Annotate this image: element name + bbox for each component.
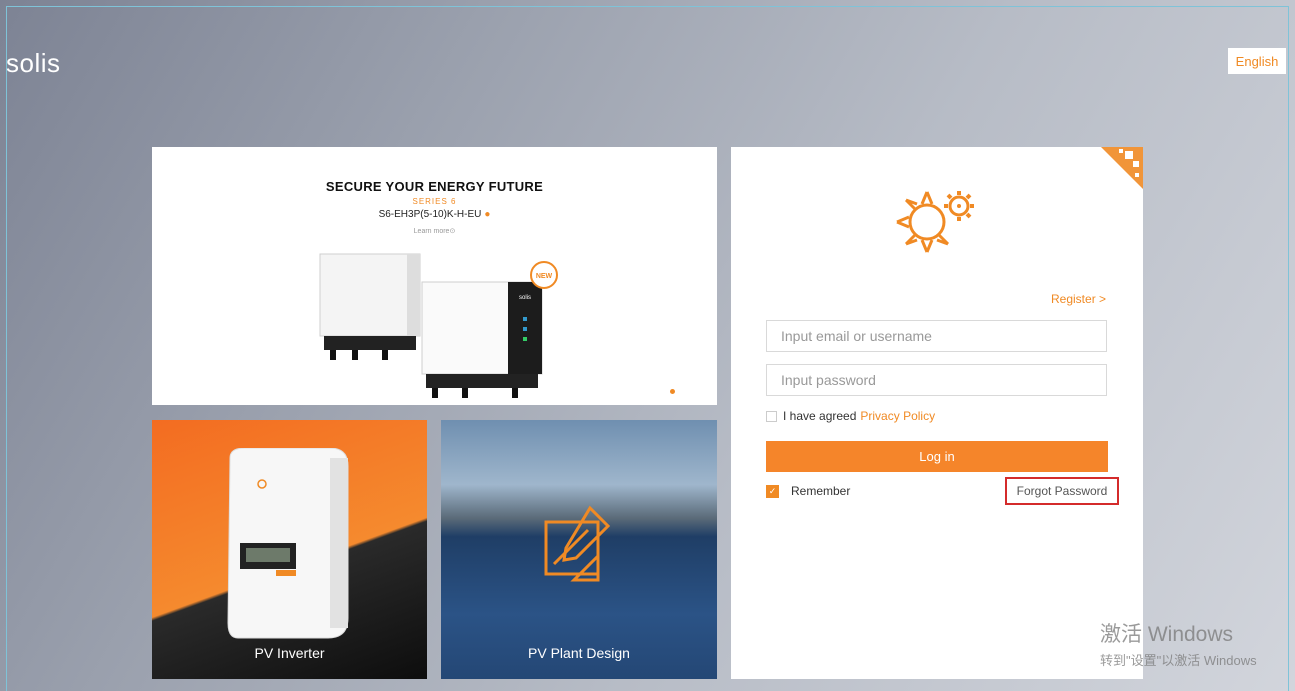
banner-model: S6-EH3P(5-10)K-H-EU ● [152,209,717,220]
banner-model-text: S6-EH3P(5-10)K-H-EU [378,209,482,220]
learn-more-link[interactable]: Learn more⊙ [152,227,717,235]
login-button[interactable]: Log in [766,441,1108,472]
banner-title: SECURE YOUR ENERGY FUTURE [325,179,544,194]
product-logo: solis [519,295,531,301]
inverter-product-image: solis NEW [319,253,558,398]
new-badge: NEW [536,273,553,280]
privacy-agreement: I have agreed Privacy Policy [766,409,935,423]
forgot-password-link[interactable]: Forgot Password [1005,477,1119,505]
energy-icon: ● [484,209,491,220]
remember-checkbox[interactable]: ✓ [766,484,779,498]
watermark-line2: 转到"设置"以激活 Windows [1100,653,1257,668]
banner-series: SERIES 6 [412,197,457,206]
pv-plant-design-label: PV Plant Design [528,645,630,661]
pv-plant-design-tile[interactable]: PV Plant Design [441,420,717,679]
sun-gear-logo-icon [896,191,974,253]
plant-design-icon [544,505,611,582]
remember-label: Remember [791,484,851,498]
agree-text: I have agreed [783,409,857,423]
agree-checkbox[interactable] [766,410,777,422]
carousel-dot[interactable] [670,389,675,394]
privacy-policy-link[interactable]: Privacy Policy [860,409,935,423]
windows-activation-watermark: 激活 Windows 转到"设置"以激活 Windows [1100,618,1257,669]
remember-option: ✓ Remember [766,484,850,498]
password-input[interactable] [766,364,1107,396]
pv-inverter-image [227,448,349,639]
pv-inverter-tile[interactable]: PV Inverter [152,420,427,679]
promo-banner[interactable]: SECURE YOUR ENERGY FUTURE SERIES 6 S6-EH… [152,147,717,405]
register-link[interactable]: Register > [1051,292,1106,306]
login-card: Register > I have agreed Privacy Policy … [731,147,1143,679]
language-button[interactable]: English [1228,48,1286,74]
email-input[interactable] [766,320,1107,352]
watermark-line1: 激活 Windows [1100,623,1234,646]
solis-logo[interactable]: solis [6,48,61,79]
pv-inverter-label: PV Inverter [254,645,325,661]
qr-code-icon[interactable] [1095,147,1143,195]
